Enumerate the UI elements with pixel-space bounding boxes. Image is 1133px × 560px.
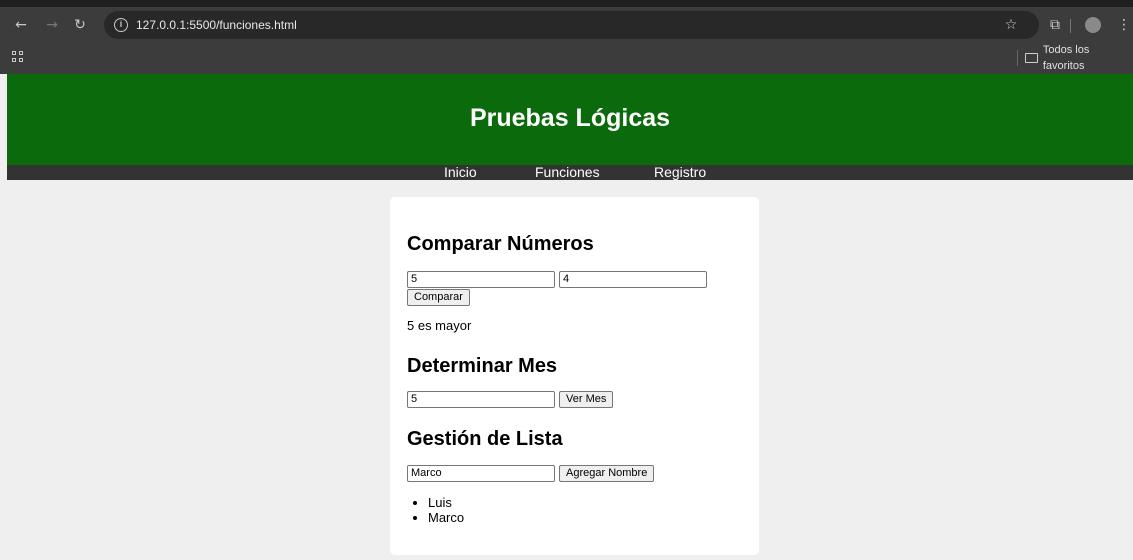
- site-header: Pruebas Lógicas: [7, 74, 1133, 165]
- compare-result: 5 es mayor: [407, 318, 472, 333]
- add-name-button[interactable]: Agregar Nombre: [559, 465, 655, 482]
- profile-avatar[interactable]: [1085, 17, 1101, 33]
- page-viewport: Pruebas Lógicas Inicio Funciones Registr…: [7, 74, 1133, 560]
- nav-link-inicio[interactable]: Inicio: [444, 165, 477, 180]
- list-heading: Gestión de Lista: [407, 428, 563, 450]
- compare-button[interactable]: Comparar: [407, 289, 470, 306]
- content-card: Comparar Números 5 4 Comparar 5 es mayor…: [390, 197, 759, 555]
- bookmarks-divider: [1017, 50, 1018, 66]
- list-item: Marco: [428, 510, 464, 525]
- compare-heading: Comparar Números: [407, 233, 594, 255]
- toolbar-divider: [1070, 19, 1071, 33]
- page-title: Pruebas Lógicas: [469, 104, 671, 132]
- reload-icon[interactable]: ↻: [71, 16, 89, 34]
- back-arrow-icon[interactable]: ←: [12, 16, 30, 34]
- list-item: Luis: [428, 495, 464, 510]
- bookmark-star-icon[interactable]: ☆: [1002, 16, 1020, 34]
- site-nav: Inicio Funciones Registro: [7, 165, 1133, 180]
- folder-icon: [1025, 53, 1038, 63]
- names-list: Luis Marco: [428, 495, 464, 525]
- address-bar[interactable]: i 127.0.0.1:5500/funciones.html: [104, 11, 1039, 39]
- view-month-button[interactable]: Ver Mes: [559, 391, 614, 408]
- bookmarks-bar: Todos los favoritos: [0, 43, 1133, 74]
- compare-number-2-input[interactable]: 4: [559, 271, 707, 288]
- bookmarks-folder[interactable]: Todos los favoritos: [1025, 44, 1133, 72]
- extensions-icon[interactable]: ⧉: [1046, 16, 1064, 34]
- menu-kebab-icon[interactable]: ⋮: [1115, 16, 1133, 34]
- apps-grid-icon[interactable]: [12, 51, 24, 63]
- nav-link-funciones[interactable]: Funciones: [535, 165, 600, 180]
- nav-link-registro[interactable]: Registro: [654, 165, 706, 180]
- forward-arrow-icon[interactable]: →: [43, 16, 61, 34]
- month-input[interactable]: 5: [407, 391, 555, 408]
- tab-strip: [0, 0, 1133, 7]
- browser-chrome: ← → ↻ i 127.0.0.1:5500/funciones.html ☆ …: [0, 0, 1133, 74]
- month-heading: Determinar Mes: [407, 355, 558, 377]
- url-text[interactable]: 127.0.0.1:5500/funciones.html: [136, 18, 297, 32]
- name-input[interactable]: Marco: [407, 465, 555, 482]
- site-info-icon[interactable]: i: [114, 18, 128, 32]
- bookmarks-folder-label: Todos los favoritos: [1042, 44, 1090, 72]
- compare-number-1-input[interactable]: 5: [407, 271, 555, 288]
- browser-toolbar: ← → ↻ i 127.0.0.1:5500/funciones.html ☆ …: [0, 7, 1133, 43]
